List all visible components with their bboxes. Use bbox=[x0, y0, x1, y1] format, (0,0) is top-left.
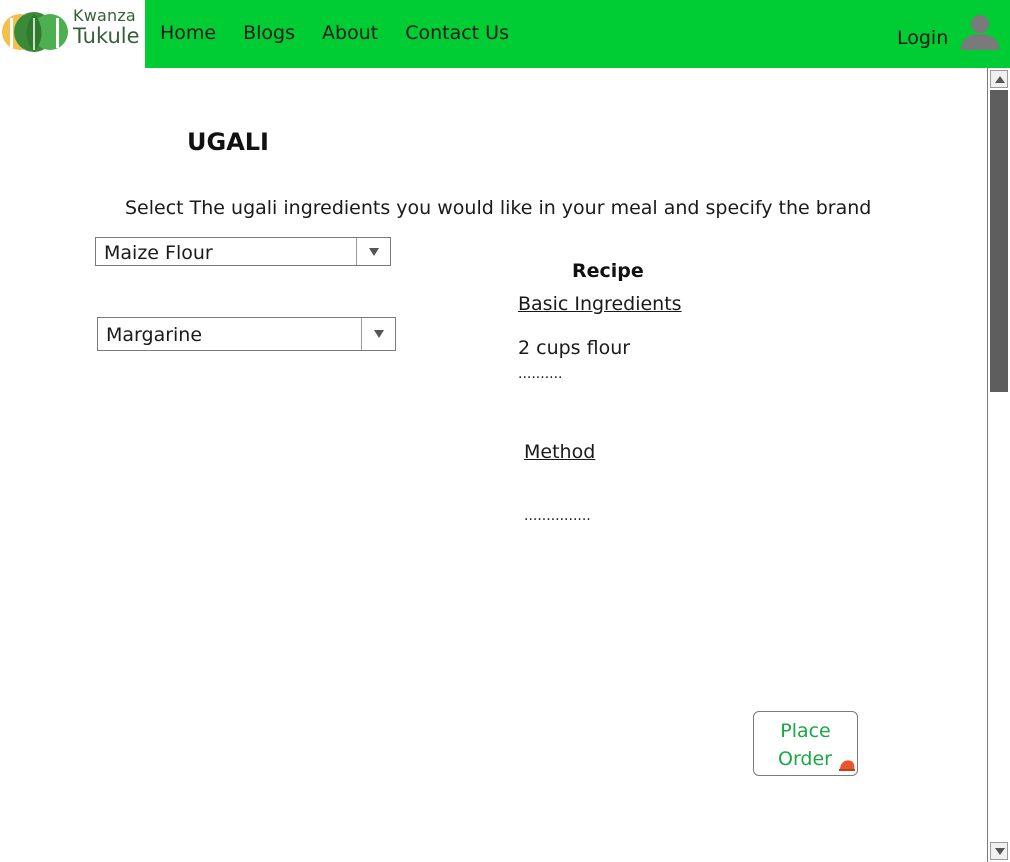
place-order-label-line-2: Order bbox=[778, 748, 832, 770]
logo-text: Kwanza Tukule bbox=[73, 8, 145, 47]
top-nav-bar: Kwanza Tukule Home Blogs About Contact U… bbox=[0, 0, 1010, 68]
vertical-scrollbar[interactable] bbox=[987, 68, 1010, 862]
place-order-button[interactable]: Place Order bbox=[753, 711, 858, 776]
select-value: Margarine bbox=[106, 324, 203, 346]
nav-home[interactable]: Home bbox=[160, 21, 216, 45]
logo-icon bbox=[2, 12, 68, 52]
method-heading: Method bbox=[524, 441, 596, 463]
chevron-down-icon[interactable] bbox=[361, 318, 395, 350]
logo[interactable]: Kwanza Tukule bbox=[0, 0, 145, 68]
recipe-heading: Recipe bbox=[572, 260, 644, 282]
page-title: UGALI bbox=[187, 128, 269, 156]
select-value: Maize Flour bbox=[104, 242, 213, 264]
ingredients-more: .......... bbox=[518, 366, 563, 382]
basic-ingredients-heading: Basic Ingredients bbox=[518, 293, 682, 315]
scroll-thumb[interactable] bbox=[990, 90, 1008, 392]
logo-line-2: Tukule bbox=[73, 24, 140, 48]
scroll-down-arrow-icon[interactable] bbox=[990, 842, 1008, 860]
nav-blogs[interactable]: Blogs bbox=[243, 21, 295, 45]
ingredient-select-maize-flour[interactable]: Maize Flour bbox=[95, 237, 391, 266]
method-more: ............... bbox=[524, 508, 591, 524]
nav-about[interactable]: About bbox=[322, 21, 378, 45]
logo-line-1: Kwanza bbox=[73, 6, 136, 25]
chevron-down-icon[interactable] bbox=[356, 238, 390, 265]
nav-contact-us[interactable]: Contact Us bbox=[405, 21, 509, 45]
login-link[interactable]: Login bbox=[897, 26, 948, 50]
user-icon[interactable] bbox=[958, 12, 1002, 52]
ingredient-line: 2 cups flour bbox=[518, 337, 631, 359]
instructions-text: Select The ugali ingredients you would l… bbox=[125, 197, 872, 219]
main-nav: Home Blogs About Contact Us bbox=[160, 21, 536, 45]
ingredient-select-margarine[interactable]: Margarine bbox=[97, 317, 396, 351]
order-icon bbox=[839, 760, 855, 771]
scroll-up-arrow-icon[interactable] bbox=[990, 70, 1008, 88]
place-order-label-line-1: Place bbox=[780, 720, 831, 742]
